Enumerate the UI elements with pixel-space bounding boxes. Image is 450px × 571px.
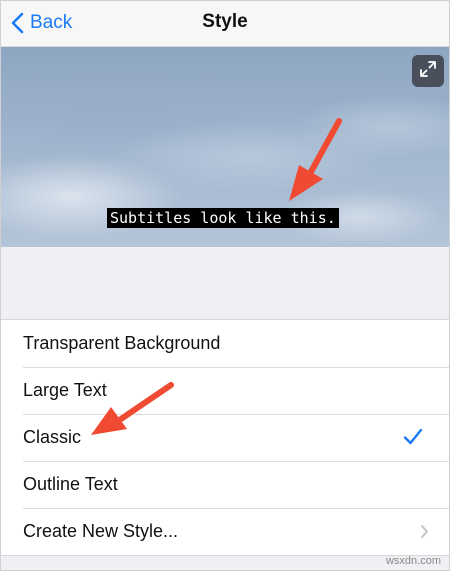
list-item-outline-text[interactable]: Outline Text [1,461,449,508]
subtitle-sample-text: Subtitles look like this. [107,208,339,228]
list-item-label: Create New Style... [23,521,179,541]
list-item-label: Outline Text [23,474,118,494]
list-item-large-text[interactable]: Large Text [1,367,449,414]
expand-button[interactable] [412,55,444,87]
subtitle-style-preview: Subtitles look like this. [1,47,449,247]
style-screen: Back Style Subtitles look like this. Tra… [0,0,450,571]
style-options-list: Transparent Background Large Text Classi… [1,319,449,556]
watermark: wsxdn.com [385,555,441,567]
chevron-right-icon [420,524,429,544]
list-item-classic[interactable]: Classic [1,414,449,461]
bottom-padding [1,559,449,570]
page-title: Style [202,11,248,32]
section-spacer [1,247,449,319]
navigation-bar: Back Style [1,1,449,47]
list-item-create-new-style[interactable]: Create New Style... [1,508,449,555]
list-item-label: Classic [23,427,82,447]
annotation-arrow-icon [289,118,342,201]
list-item-label: Transparent Background [23,333,221,353]
checkmark-icon [403,428,423,451]
expand-arrows-icon [418,59,438,84]
list-item-label: Large Text [23,380,107,400]
list-item-transparent-background[interactable]: Transparent Background [1,320,449,367]
